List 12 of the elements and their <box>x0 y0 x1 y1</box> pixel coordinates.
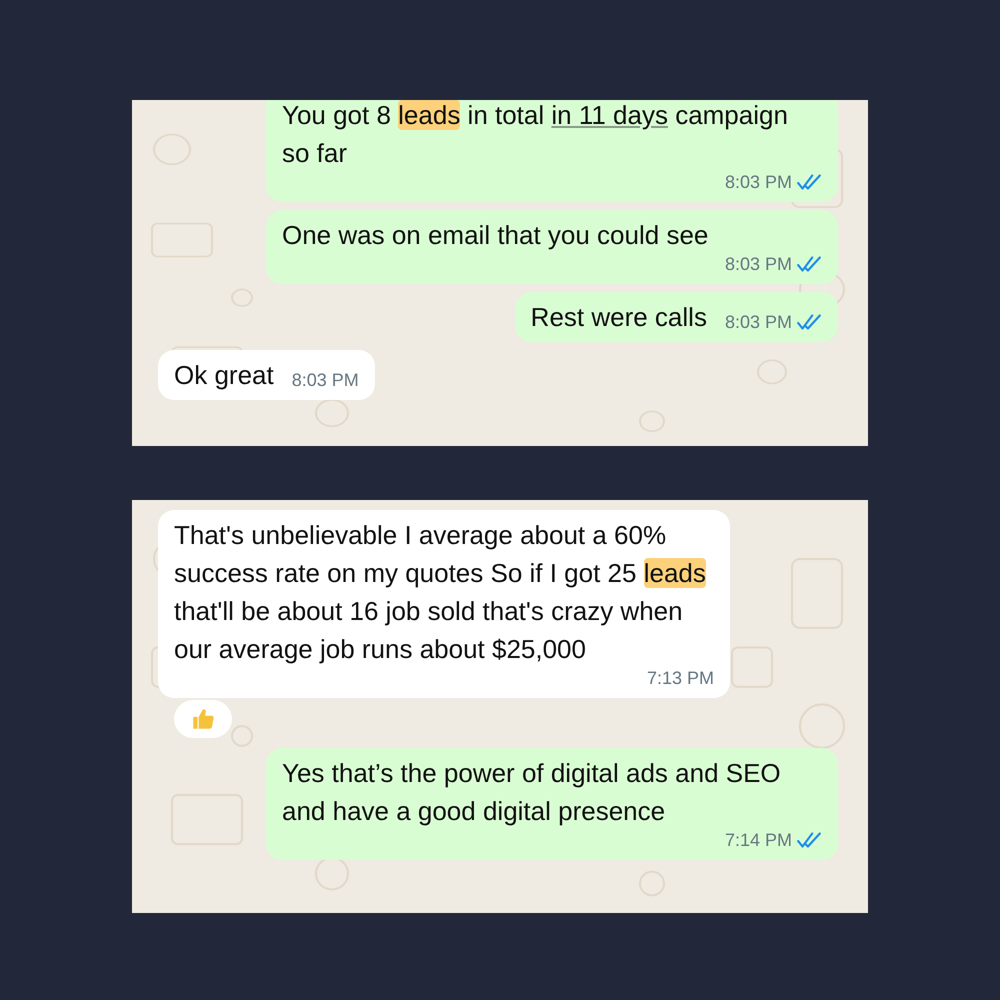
message-text: Rest were calls <box>530 301 707 334</box>
timestamp: 8:03 PM <box>292 370 359 390</box>
message-text: Yes that’s the power of digital ads and SEO and have a good digital presence <box>282 757 782 828</box>
timestamp: 8:03 PM <box>724 172 792 192</box>
timestamp: 8:03 PM <box>724 254 792 274</box>
message-text: Ok great <box>174 359 274 392</box>
message-text: That's unbelievable I average about a 60% success rate on my quotes So if I got 25 leads that'll be about 16 job sold that's crazy when our average job runs about $25,000 <box>174 519 707 666</box>
timestamp: 8:03 PM <box>724 312 792 332</box>
timestamp: 7:13 PM <box>646 668 714 688</box>
message-text: One was on email that you could see <box>282 219 708 252</box>
timestamp: 7:14 PM <box>724 830 792 850</box>
message-text: You got 8 leads in total in 11 days campaign so far <box>282 100 789 170</box>
